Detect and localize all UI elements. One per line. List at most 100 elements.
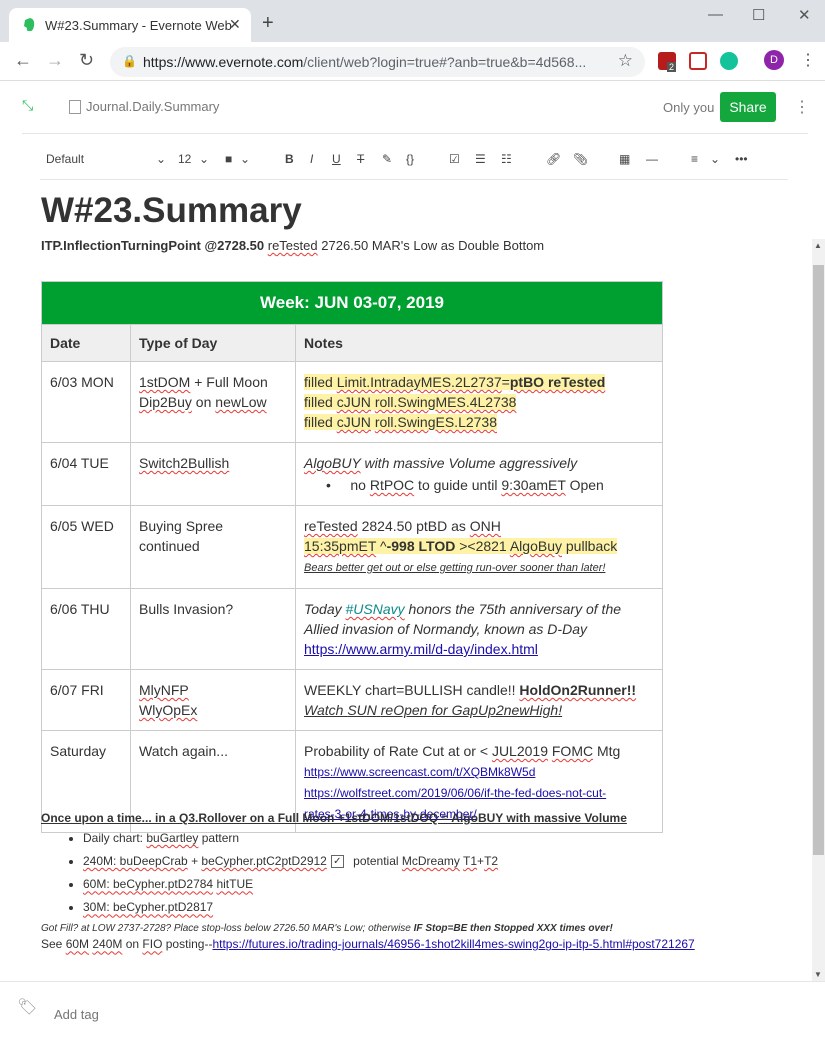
type-cell: Buying Spree continued [130,505,296,589]
extension-badge: 2 [667,62,677,72]
table-icon[interactable]: ▦ [619,152,630,166]
notebook-icon [69,100,81,114]
browser-menu-icon[interactable]: ⋮ [800,50,816,70]
note-title[interactable]: W#23.Summary [41,189,811,233]
scroll-up-icon[interactable]: ▲ [814,241,822,250]
date-cell: 6/06 THU [41,588,131,670]
breadcrumb[interactable]: Journal.Daily.Summary [86,99,219,114]
maximize-icon[interactable]: ☐ [752,6,765,24]
notes-cell: filled Limit.IntradayMES.2L2737=ptBO reT… [295,361,663,443]
tab-close-icon[interactable]: ✕ [229,16,241,33]
profile-avatar[interactable]: D [764,50,784,70]
chevron-down-icon[interactable]: ⌄ [156,152,166,166]
column-header-type: Type of Day [130,324,296,362]
format-toolbar: Default ⌄ 12 ⌄ ■ ⌄ B I U T ✎ {} ☑ ☰ ☷ 🔗︎… [40,151,788,180]
wolfstreet-link[interactable]: https://wolfstreet.com/2019/06/06/if-the… [304,786,606,800]
table-row: 6/03 MON 1stDOM + Full Moon Dip2Buy on n… [41,361,663,443]
more-format-icon[interactable]: ••• [735,152,748,166]
url-text: https://www.evernote.com/client/web?logi… [143,54,587,70]
editor-scrollbar[interactable]: ▲ ▼ [812,239,825,981]
text-color-icon[interactable]: ■ [225,152,232,166]
screencast-link[interactable]: https://www.screencast.com/t/XQBMk8W5d [304,765,535,779]
chevron-down-icon[interactable]: ⌄ [199,152,209,166]
bookmark-star-icon[interactable]: ☆ [618,51,633,71]
reload-icon[interactable]: ↻ [79,50,94,71]
table-row: 6/06 THU Bulls Invasion? Today #USNavy h… [41,588,663,670]
checkbox-checked-icon[interactable]: ✓ [330,855,344,869]
stop-loss-note: Got Fill? at LOW 2737-2728? Place stop-l… [41,923,613,935]
tab-title: W#23.Summary - Evernote Web [45,18,232,33]
futures-io-link[interactable]: https://futures.io/trading-journals/4695… [212,937,694,951]
underline-icon[interactable]: U [332,152,341,166]
strikethrough-icon[interactable]: T [357,152,364,166]
tag-input[interactable] [52,1006,256,1023]
summary-section: Once upon a time... in a Q3.Rollover on … [41,811,811,951]
bulleted-list-icon[interactable]: ☰ [475,152,486,166]
code-block-icon[interactable]: {} [406,152,414,166]
link-icon[interactable]: 🔗︎ [546,152,561,166]
forward-icon[interactable]: → [46,50,64,71]
chevron-down-icon[interactable]: ⌄ [710,152,720,166]
header-divider [22,133,808,134]
numbered-list-icon[interactable]: ☷ [501,152,512,166]
evernote-app: ⤡ Journal.Daily.Summary Only you Share ⋮… [0,81,825,1036]
horizontal-rule-icon[interactable]: — [646,152,658,166]
notes-cell: Today #USNavy honors the 75th anniversar… [295,588,663,670]
share-button[interactable]: Share [720,92,776,122]
army-link[interactable]: https://www.army.mil/d-day/index.html [304,641,538,657]
type-cell: Switch2Bullish [130,442,296,506]
align-icon[interactable]: ≡ [691,152,698,166]
see-posting-line: See 60M 240M on FIO posting--https://fut… [41,937,695,952]
add-tag-icon[interactable]: 🏷︎ [17,997,37,1017]
back-icon[interactable]: ← [14,50,32,71]
table-row: 6/07 FRI MlyNFP WlyOpEx WEEKLY chart=BULL… [41,669,663,731]
chevron-down-icon[interactable]: ⌄ [240,152,250,166]
window-close-icon[interactable]: ✕ [798,6,811,24]
list-item: 60M: beCypher.ptD2784 hitTUE [83,877,811,891]
summary-heading: Once upon a time... in a Q3.Rollover on … [41,811,627,825]
browser-titlebar: W#23.Summary - Evernote Web ✕ + — ☐ ✕ [0,0,825,42]
font-size-select[interactable]: 12 [178,152,191,166]
column-header-notes: Notes [295,324,663,362]
checklist-icon[interactable]: ☑ [449,152,460,166]
list-item: • no RtPOC to guide until 9:30amET Open [326,477,604,493]
attachment-icon[interactable]: 📎︎ [573,152,588,166]
list-item: 30M: beCypher.ptD2817 [83,900,811,914]
tag-bar: 🏷︎ [0,981,825,1037]
grammarly-extension-icon[interactable] [720,52,738,70]
summary-list: Daily chart: buGartley pattern 240M: buD… [41,831,811,914]
new-tab-icon[interactable]: + [262,13,274,33]
scroll-down-icon[interactable]: ▼ [814,970,822,979]
notes-cell: reTested 2824.50 ptBD as ONH 15:35pmET ^… [295,505,663,589]
lock-icon: 🔒 [122,54,137,68]
bold-icon[interactable]: B [285,152,294,166]
minimize-icon[interactable]: — [708,6,723,23]
browser-tab[interactable]: W#23.Summary - Evernote Web ✕ [9,8,251,42]
pocket-extension-icon[interactable] [689,52,707,70]
table-row: 6/05 WED Buying Spree continued reTested… [41,505,663,589]
type-cell: Bulls Invasion? [130,588,296,670]
table-row: 6/04 TUE Switch2Bullish AlgoBUY with mas… [41,442,663,506]
column-header-date: Date [41,324,131,362]
browser-toolbar: ← → ↻ 🔒 https://www.evernote.com/client/… [0,42,825,81]
date-cell: 6/07 FRI [41,669,131,731]
evernote-logo-icon [24,18,35,32]
collapse-icon[interactable]: ⤡ [22,97,33,114]
sharing-status[interactable]: Only you [663,100,714,115]
notes-cell: WEEKLY chart=BULLISH candle!! HoldOn2Run… [295,669,663,731]
note-body[interactable]: W#23.Summary ITP.InflectionTurningPoint … [41,189,811,951]
italic-icon[interactable]: I [310,152,313,166]
font-style-select[interactable]: Default [46,152,84,166]
type-cell: 1stDOM + Full Moon Dip2Buy on newLow [130,361,296,443]
notes-cell: AlgoBUY with massive Volume aggressively… [295,442,663,506]
date-cell: 6/03 MON [41,361,131,443]
scrollbar-thumb[interactable] [813,265,824,855]
address-bar[interactable]: 🔒 https://www.evernote.com/client/web?lo… [110,47,645,77]
date-cell: 6/05 WED [41,505,131,589]
date-cell: 6/04 TUE [41,442,131,506]
note-subtitle: ITP.InflectionTurningPoint @2728.50 reTe… [41,238,545,253]
more-options-icon[interactable]: ⋮ [794,97,810,117]
list-item: 240M: buDeepCrab + beCypher.ptC2ptD2912✓… [83,854,811,869]
highlight-icon[interactable]: ✎ [382,152,392,166]
week-heading: Week: JUN 03-07, 2019 [41,281,663,325]
